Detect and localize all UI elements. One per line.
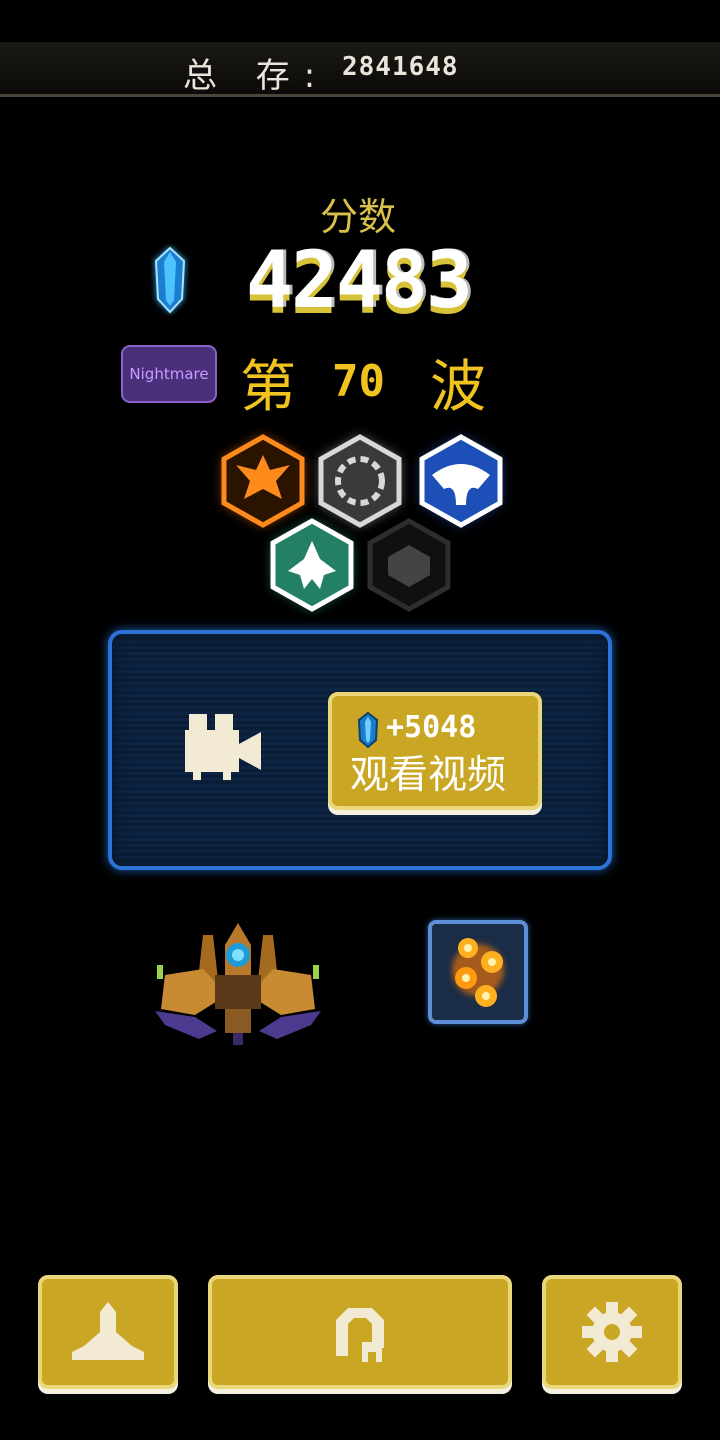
total-label: 总 存: — [183, 56, 330, 96]
silver-laurel-medal — [318, 434, 402, 528]
fireball-icon — [452, 938, 504, 1007]
wave-prefix: 第 — [240, 355, 296, 420]
hangar-button[interactable] — [38, 1275, 178, 1389]
score-value: 42483 — [246, 236, 473, 326]
watch-video-button[interactable]: +5048 观看视频 — [328, 692, 542, 810]
total-value: 2841648 — [342, 52, 459, 82]
blue-gem-icon — [358, 712, 378, 748]
wave-number: 70 — [332, 356, 385, 407]
top-bar: 总 存: 2841648 — [0, 42, 720, 97]
teal-ship-medal — [270, 518, 354, 612]
difficulty-badge: Nightmare — [121, 345, 217, 403]
watch-video-label: 观看视频 — [350, 753, 507, 798]
blue-gem-icon — [154, 246, 186, 314]
restart-icon — [336, 1308, 384, 1362]
settings-button[interactable] — [542, 1275, 682, 1389]
blue-manta-medal — [419, 434, 503, 528]
video-camera-icon — [185, 714, 261, 780]
reward-amount: +5048 — [386, 710, 477, 745]
score-label: 分数 — [320, 195, 397, 239]
gear-icon — [582, 1302, 642, 1362]
player-ship — [155, 923, 321, 1045]
ship-icon — [72, 1302, 144, 1360]
fireball-powerup[interactable] — [428, 920, 528, 1024]
wave-suffix: 波 — [430, 355, 486, 420]
locked-medal — [367, 518, 451, 612]
orange-phoenix-medal — [221, 434, 305, 528]
restart-button[interactable] — [208, 1275, 512, 1389]
medals-group — [221, 434, 503, 612]
